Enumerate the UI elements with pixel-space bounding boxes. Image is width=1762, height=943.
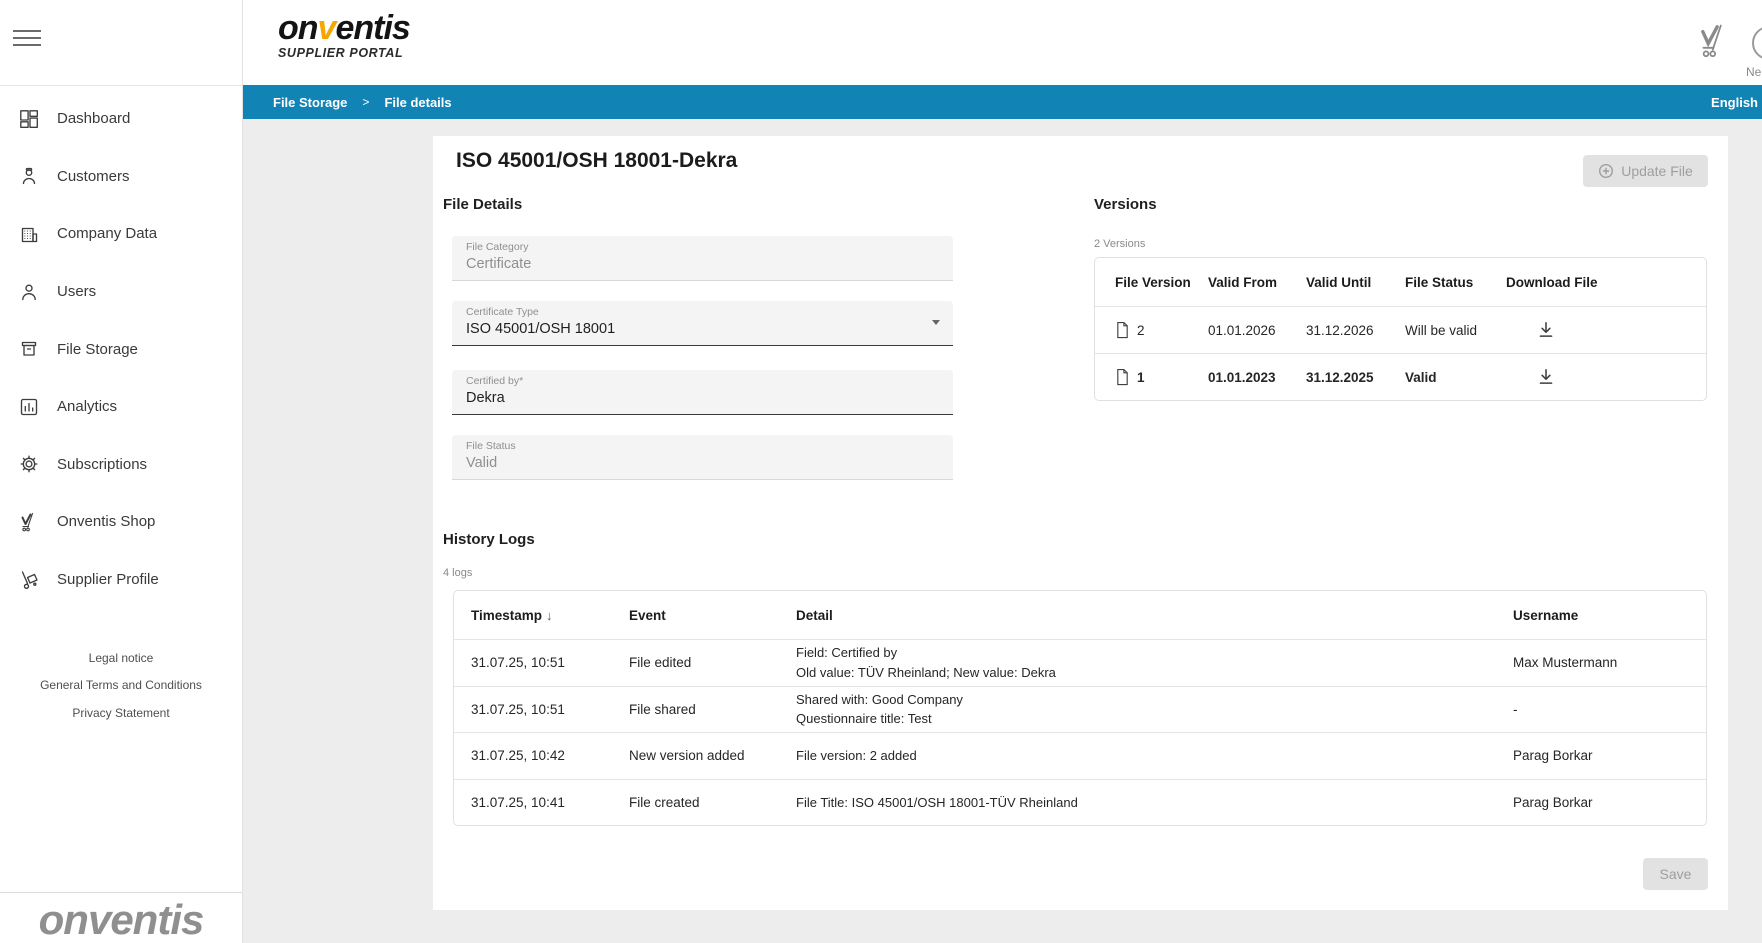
app-root: Dashboard Customers Company Data Use [0,0,1762,943]
sidebar-item-customers[interactable]: Customers [0,148,242,206]
supplier-profile-handtruck-icon [18,569,40,591]
sidebar-item-analytics[interactable]: Analytics [0,378,242,436]
history-log-row: 31.07.25, 10:51 File shared Shared with:… [454,686,1706,733]
history-table-header: Timestamp↓ Event Detail Username [454,591,1706,639]
chevron-down-icon [932,320,940,325]
shop-cart-icon [18,511,40,533]
shop-cart-icon[interactable] [1695,22,1731,60]
logo-tagline: SUPPLIER PORTAL [278,46,410,60]
sidebar-item-label: File Storage [57,341,138,358]
sidebar-item-file-storage[interactable]: File Storage [0,320,242,378]
history-logs-table: Timestamp↓ Event Detail Username 31.07.2… [453,590,1707,826]
onventis-logo: onventis SUPPLIER PORTAL [278,11,410,60]
file-icon [1115,321,1130,339]
sidebar-item-label: Users [57,283,96,300]
breadcrumb-separator-icon: > [362,95,369,109]
file-details-heading: File Details [443,196,522,213]
sidebar-item-dashboard[interactable]: Dashboard [0,90,242,148]
history-logs-count: 4 logs [443,567,472,579]
update-file-button[interactable]: Update File [1583,155,1708,187]
timestamp-sort-header[interactable]: Timestamp↓ [471,608,629,623]
top-header: onventis SUPPLIER PORTAL Ne [243,0,1762,85]
save-button[interactable]: Save [1643,858,1708,890]
analytics-icon [18,396,40,418]
customers-icon [18,165,40,187]
history-log-row: 31.07.25, 10:41 File created File Title:… [454,779,1706,826]
download-file-icon[interactable] [1536,367,1556,387]
history-logs-heading: History Logs [443,531,535,548]
sidebar-item-label: Analytics [57,398,117,415]
language-selector[interactable]: English [1711,95,1758,110]
dashboard-icon [18,108,40,130]
page-title: ISO 45001/OSH 18001-Dekra [456,149,737,173]
file-icon [1115,368,1130,386]
sidebar-nav: Dashboard Customers Company Data Use [0,90,242,608]
version-row: 2 01.01.2026 31.12.2026 Will be valid [1095,306,1706,353]
sidebar-item-subscriptions[interactable]: Subscriptions [0,436,242,494]
breadcrumb-file-storage[interactable]: File Storage [273,95,347,110]
history-log-row: 31.07.25, 10:42 New version added File v… [454,732,1706,779]
certified-by-field[interactable]: Certified by* Dekra [452,370,953,415]
plus-circle-icon [1598,163,1614,179]
sidebar-item-label: Supplier Profile [57,571,159,588]
company-data-icon [18,223,40,245]
file-storage-icon [18,338,40,360]
hamburger-menu-icon[interactable] [13,30,41,46]
version-row: 1 01.01.2023 31.12.2025 Valid [1095,353,1706,400]
certificate-type-dropdown[interactable]: Certificate Type ISO 45001/OSH 18001 [452,301,953,346]
privacy-link[interactable]: Privacy Statement [0,706,242,720]
news-label: Ne [1746,65,1761,79]
news-icon[interactable] [1752,26,1762,60]
sidebar-item-label: Customers [57,168,130,185]
versions-table: File Version Valid From Valid Until File… [1094,257,1707,401]
terms-link[interactable]: General Terms and Conditions [0,678,242,692]
users-icon [18,281,40,303]
sidebar-item-users[interactable]: Users [0,263,242,321]
versions-count: 2 Versions [1094,238,1145,250]
file-category-field: File Category Certificate [452,236,953,281]
breadcrumb: File Storage > File details [273,95,452,110]
subscriptions-gear-icon [18,453,40,475]
versions-heading: Versions [1094,196,1157,213]
sidebar-item-supplier-profile[interactable]: Supplier Profile [0,551,242,609]
legal-notice-link[interactable]: Legal notice [0,651,242,665]
sidebar: Dashboard Customers Company Data Use [0,0,243,943]
sidebar-item-onventis-shop[interactable]: Onventis Shop [0,493,242,551]
sidebar-item-company-data[interactable]: Company Data [0,205,242,263]
file-status-field: File Status Valid [452,435,953,480]
sidebar-item-label: Company Data [57,225,157,242]
sidebar-header [0,0,242,86]
download-file-icon[interactable] [1536,320,1556,340]
sidebar-item-label: Subscriptions [57,456,147,473]
sidebar-item-label: Onventis Shop [57,513,155,530]
breadcrumb-file-details: File details [384,95,451,110]
history-log-row: 31.07.25, 10:51 File edited Field: Certi… [454,639,1706,686]
sidebar-footer-logo: onventis [0,892,242,943]
sort-desc-icon: ↓ [546,608,553,623]
versions-table-header: File Version Valid From Valid Until File… [1095,258,1706,306]
logo-checkmark: v [318,9,336,47]
breadcrumb-bar: File Storage > File details English [243,85,1762,119]
sidebar-item-label: Dashboard [57,110,130,127]
